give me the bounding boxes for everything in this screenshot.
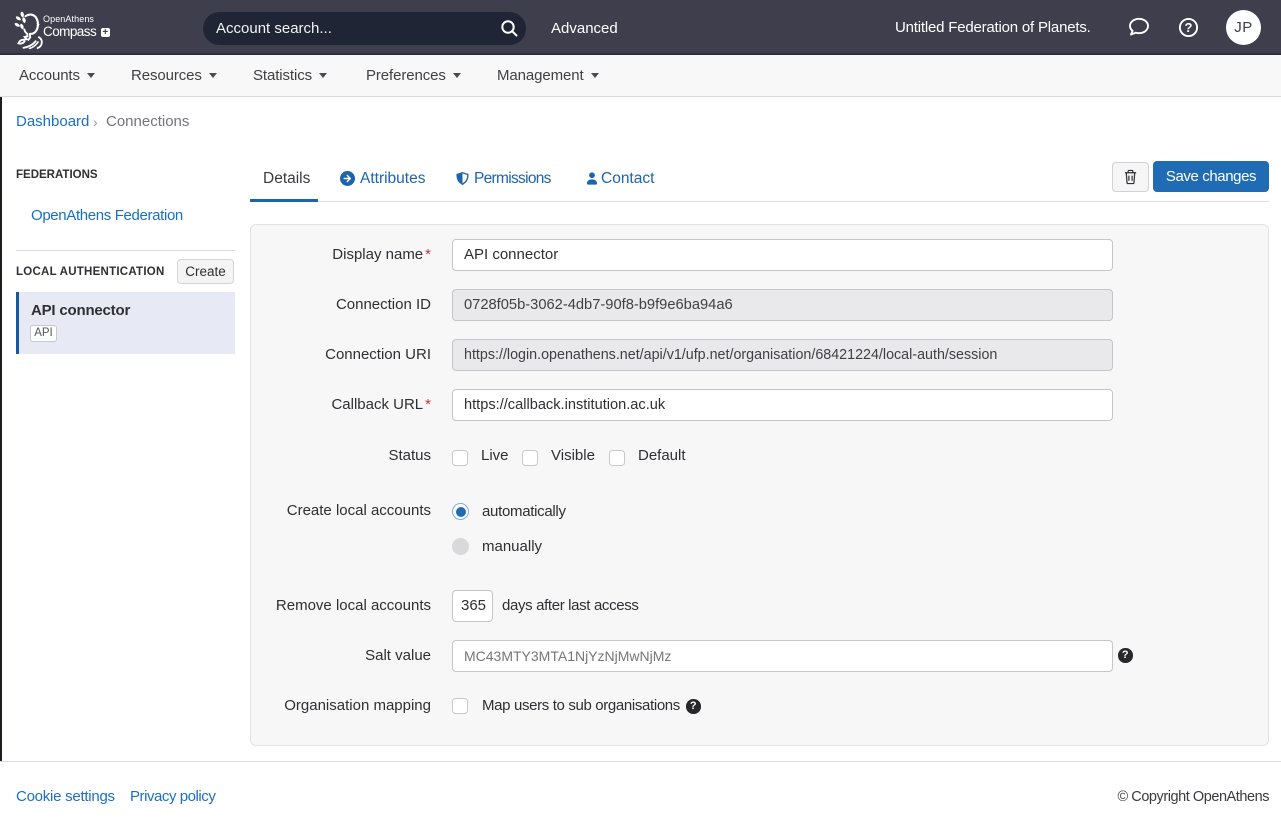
- svg-text:?: ?: [1185, 20, 1193, 35]
